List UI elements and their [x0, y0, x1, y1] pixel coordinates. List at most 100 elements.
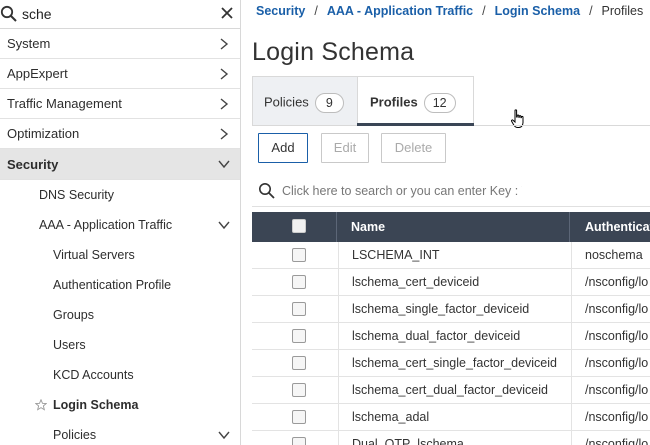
column-header-authentication[interactable]: Authenticati [571, 212, 650, 242]
nav-item-label: KCD Accounts [53, 368, 134, 382]
tab-label: Profiles [370, 94, 418, 110]
breadcrumb-separator: / [314, 4, 318, 18]
add-button[interactable]: Add [258, 133, 308, 163]
table-row[interactable]: lschema_single_factor_deviceid /nsconfig… [252, 296, 650, 323]
breadcrumb-security[interactable]: Security [256, 4, 305, 18]
cell-name: lschema_single_factor_deviceid [338, 296, 570, 323]
nav-item-appexpert[interactable]: AppExpert [0, 59, 240, 89]
breadcrumb-aaa-application-traffic[interactable]: AAA - Application Traffic [327, 4, 473, 18]
select-column-header [252, 212, 337, 242]
hand-pointer-icon [510, 109, 524, 128]
nav-item-dns-security[interactable]: DNS Security [0, 180, 240, 210]
chevron-right-icon [220, 38, 229, 50]
table-row[interactable]: Dual_OTP_lschema /nsconfig/lo [252, 431, 650, 445]
sidebar-search-input[interactable] [22, 3, 202, 25]
sidebar-search [0, 0, 240, 29]
breadcrumb-current: Profiles [601, 4, 644, 18]
nav-item-label: Optimization [7, 126, 80, 141]
search-icon [259, 183, 275, 199]
delete-button[interactable]: Delete [381, 133, 446, 163]
cell-authentication: /nsconfig/lo [571, 323, 650, 350]
cell-name: Dual_OTP_lschema [338, 431, 570, 445]
tab-bar: Policies 9 Profiles 12 [252, 76, 650, 128]
nav-item-label: Users [53, 338, 86, 352]
nav-item-label: Security [7, 157, 59, 172]
chevron-down-icon [218, 431, 230, 440]
nav-item-label: Virtual Servers [53, 248, 135, 262]
tab-divider [474, 125, 650, 126]
cell-name: LSCHEMA_INT [338, 242, 570, 269]
breadcrumb: Security / AAA - Application Traffic / Login… [256, 4, 643, 18]
cell-authentication: /nsconfig/lo [571, 350, 650, 377]
select-all-checkbox[interactable] [292, 219, 306, 233]
row-checkbox[interactable] [292, 437, 306, 445]
nav-item-label: Groups [53, 308, 94, 322]
table-row[interactable]: lschema_adal /nsconfig/lo [252, 404, 650, 431]
count-badge: 12 [423, 93, 456, 113]
cell-name: lschema_cert_dual_factor_deviceid [338, 377, 570, 404]
nav-item-users[interactable]: Users [0, 330, 240, 360]
nav-item-label: System [7, 36, 51, 51]
nav-item-label: Traffic Management [7, 96, 122, 111]
cell-name: lschema_adal [338, 404, 570, 431]
nav-item-policies[interactable]: Policies [0, 420, 240, 445]
table-row[interactable]: lschema_cert_deviceid /nsconfig/lo [252, 269, 650, 296]
table-search-input[interactable] [282, 180, 522, 202]
chevron-right-icon [220, 128, 229, 140]
table-row[interactable]: lschema_cert_dual_factor_deviceid /nscon… [252, 377, 650, 404]
nav-item-groups[interactable]: Groups [0, 300, 240, 330]
count-badge: 9 [314, 93, 344, 113]
nav-item-label: DNS Security [39, 188, 115, 202]
table-row[interactable]: LSCHEMA_INT noschema [252, 242, 650, 269]
cell-authentication: noschema [571, 242, 650, 269]
nav-item-virtual-servers[interactable]: Virtual Servers [0, 240, 240, 270]
column-header-name[interactable]: Name [338, 212, 570, 242]
tab-profiles[interactable]: Profiles 12 [357, 76, 524, 128]
nav-item-authentication-profile[interactable]: Authentication Profile [0, 270, 240, 300]
row-checkbox[interactable] [292, 383, 306, 397]
cell-authentication: /nsconfig/lo [571, 431, 650, 445]
tab-label: Policies [264, 94, 309, 110]
table-row[interactable]: lschema_dual_factor_deviceid /nsconfig/l… [252, 323, 650, 350]
cell-name: lschema_dual_factor_deviceid [338, 323, 570, 350]
row-checkbox[interactable] [292, 275, 306, 289]
sidebar: System AppExpert Traffic Management Opti… [0, 0, 241, 445]
row-checkbox[interactable] [292, 302, 306, 316]
table-header: Name Authenticati [252, 212, 650, 242]
cell-name: lschema_cert_single_factor_deviceid [338, 350, 570, 377]
nav-item-kcd-accounts[interactable]: KCD Accounts [0, 360, 240, 390]
nav-item-label: AAA - Application Traffic [39, 218, 173, 232]
cell-authentication: /nsconfig/lo [571, 404, 650, 431]
table-search [252, 175, 650, 207]
nav-item-system[interactable]: System [0, 29, 240, 59]
nav-item-label: AppExpert [7, 66, 68, 81]
page-title: Login Schema [252, 38, 415, 66]
cell-authentication: /nsconfig/lo [571, 377, 650, 404]
close-icon[interactable] [220, 6, 234, 20]
nav-item-login-schema[interactable]: Login Schema [0, 390, 240, 420]
star-icon[interactable] [35, 399, 47, 411]
nav-item-traffic-management[interactable]: Traffic Management [0, 89, 240, 119]
tab-policies[interactable]: Policies 9 [252, 76, 358, 126]
chevron-down-icon [218, 221, 230, 230]
row-checkbox[interactable] [292, 410, 306, 424]
nav-item-optimization[interactable]: Optimization [0, 119, 240, 149]
row-checkbox[interactable] [292, 329, 306, 343]
breadcrumb-separator: / [482, 4, 486, 18]
row-checkbox[interactable] [292, 248, 306, 262]
search-icon [0, 5, 17, 22]
cell-authentication: /nsconfig/lo [571, 269, 650, 296]
table-row[interactable]: lschema_cert_single_factor_deviceid /nsc… [252, 350, 650, 377]
nav-item-label: Login Schema [53, 398, 139, 412]
cell-name: lschema_cert_deviceid [338, 269, 570, 296]
breadcrumb-separator: / [589, 4, 593, 18]
chevron-right-icon [220, 68, 229, 80]
profiles-table: Name Authenticati LSCHEMA_INT noschema l… [252, 212, 650, 445]
chevron-right-icon [220, 98, 229, 110]
edit-button[interactable]: Edit [321, 133, 369, 163]
main-content: Security / AAA - Application Traffic / Login… [242, 0, 650, 445]
nav-item-aaa-application-traffic[interactable]: AAA - Application Traffic [0, 210, 240, 240]
row-checkbox[interactable] [292, 356, 306, 370]
breadcrumb-login-schema[interactable]: Login Schema [495, 4, 580, 18]
nav-item-security[interactable]: Security [0, 149, 240, 180]
